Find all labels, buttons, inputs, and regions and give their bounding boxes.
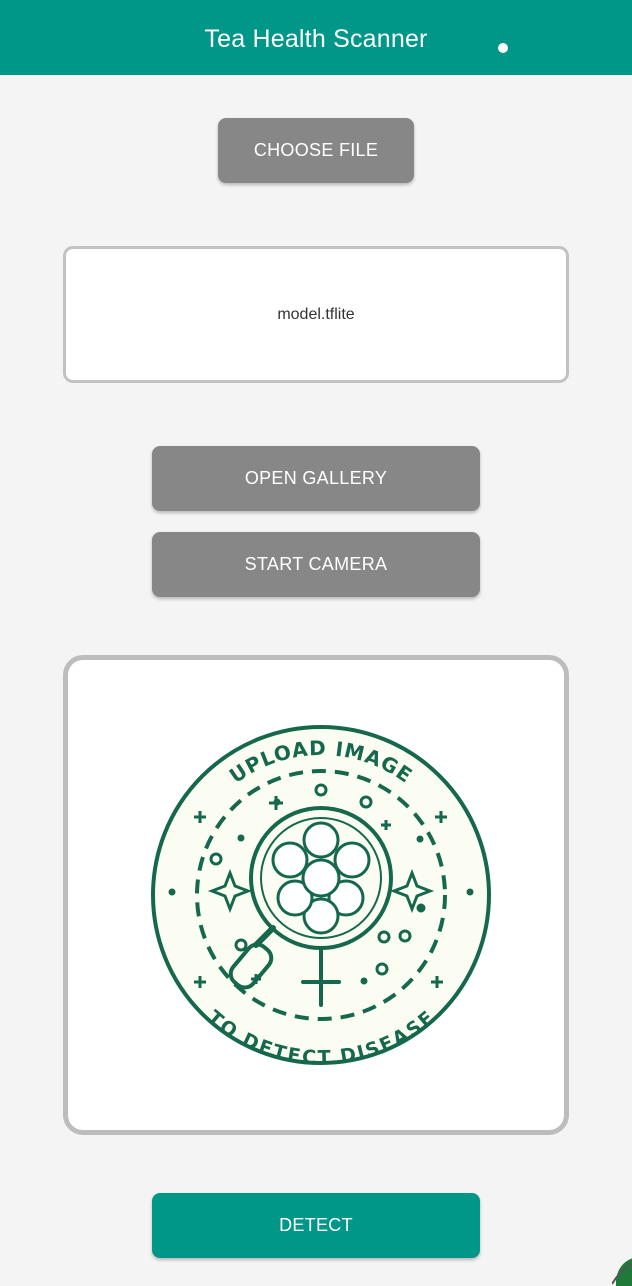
corner-leaf-icon — [612, 1258, 632, 1286]
selected-file-name: model.tflite — [277, 306, 355, 323]
upload-placeholder-badge: UPLOAD IMAGE TO DETECT DISEASE — [151, 725, 491, 1069]
start-camera-button[interactable]: START CAMERA — [152, 532, 480, 597]
open-gallery-button[interactable]: OPEN GALLERY — [152, 446, 480, 511]
status-dot-icon — [498, 43, 508, 53]
detect-button[interactable]: DETECT — [152, 1193, 480, 1258]
image-preview-box[interactable]: UPLOAD IMAGE TO DETECT DISEASE — [63, 655, 569, 1135]
app-title: Tea Health Scanner — [204, 25, 428, 53]
selected-file-box: model.tflite — [63, 246, 569, 383]
choose-file-button[interactable]: CHOOSE FILE — [218, 118, 414, 183]
